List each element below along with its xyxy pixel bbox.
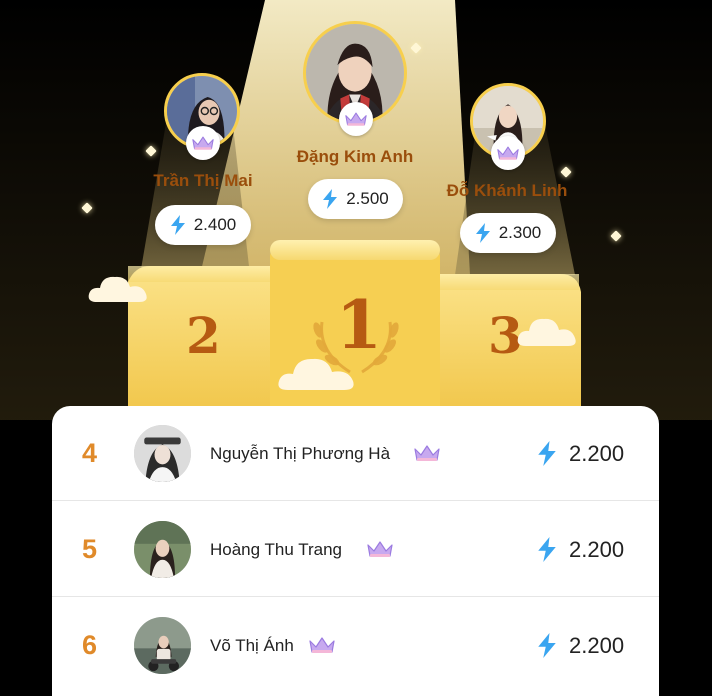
list-item[interactable]: 6 Võ Thị Ánh 2.200 [52,598,659,693]
leaderboard-screen: 2 1 3 Đặng Kim Anh 2.500 Trần Thị Mai 2.… [0,0,712,696]
score-value: 2.200 [569,633,625,658]
avatar[interactable] [134,617,191,674]
lightning-bolt-icon [475,223,491,243]
rank-number: 5 [82,534,98,564]
crown-badge-rank-1 [339,102,373,136]
rank-number: 4 [82,438,98,468]
crown-icon [414,445,440,461]
member-name: Nguyễn Thị Phương Hà [210,444,391,463]
avatar[interactable] [134,425,191,482]
top-name-rank-3: Đỗ Khánh Linh [446,181,568,200]
podium-rank-2: 2 [186,306,221,365]
lightning-bolt-icon [170,215,186,235]
lightning-bolt-icon [538,441,556,466]
lightning-bolt-icon [538,537,556,562]
top-name-rank-1: Đặng Kim Anh [296,147,414,166]
crown-icon [192,136,214,150]
score-pill-rank-1: 2.500 [308,179,403,219]
score-pill-rank-2: 2.400 [155,205,251,245]
rank-number: 6 [82,630,98,660]
list-item[interactable]: 4 Nguyễn Thị Phương Hà 2.200 [52,406,659,501]
score-value: 2.300 [498,223,542,242]
cloud-icon [517,318,576,346]
lightning-bolt-icon [538,633,556,658]
cloud-icon [278,358,354,390]
crown-badge-rank-2 [186,126,220,160]
score-value: 2.200 [569,441,625,466]
crown-icon [497,146,519,160]
ranking-list: 4 Nguyễn Thị Phương Hà 2.200 5 Hoàng Thu… [52,406,659,696]
score-value: 2.500 [346,189,389,208]
score-value: 2.200 [569,537,625,562]
podium-rank-1: 1 [336,286,382,364]
list-item[interactable]: 5 Hoàng Thu Trang 2.200 [52,502,659,597]
member-name: Võ Thị Ánh [210,636,294,655]
lightning-bolt-icon [322,189,338,209]
cloud-icon [88,276,147,302]
divider [52,596,659,597]
score-pill-rank-3: 2.300 [460,213,556,253]
crown-icon [309,637,335,653]
crown-icon [367,541,393,557]
crown-badge-rank-3 [491,136,525,170]
member-name: Hoàng Thu Trang [210,540,342,559]
divider [52,500,659,501]
score-value: 2.400 [193,215,237,234]
top-name-rank-2: Trần Thị Mai [153,171,253,190]
avatar[interactable] [134,521,191,578]
crown-icon [345,112,367,126]
